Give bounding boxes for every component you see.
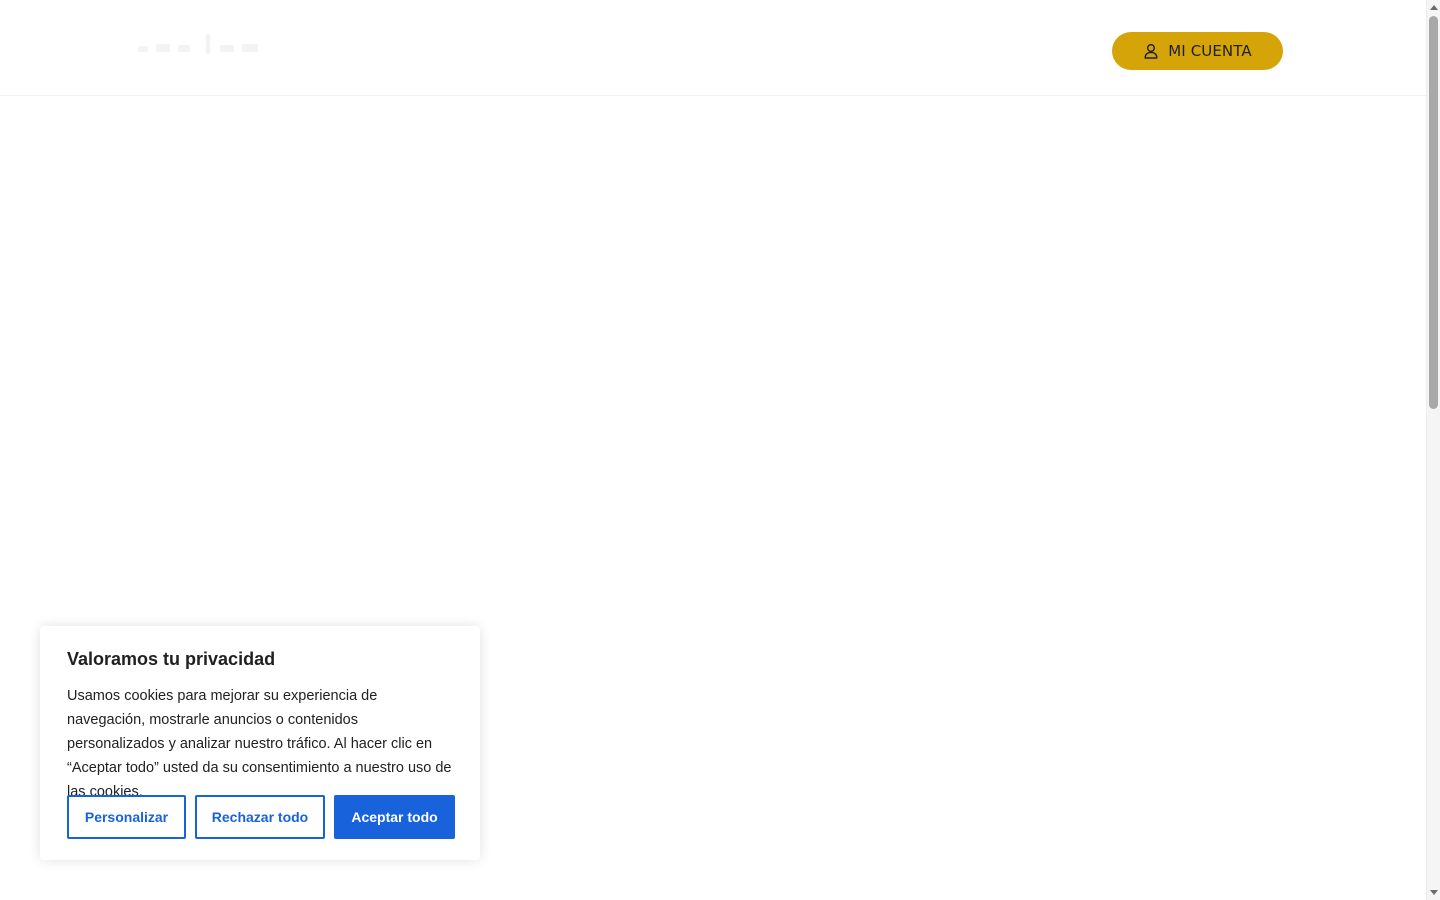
scroll-up-arrow-icon[interactable] (1430, 5, 1438, 10)
scroll-down-arrow-icon[interactable] (1430, 890, 1438, 895)
scrollbar-thumb[interactable] (1429, 16, 1438, 409)
page: MI CUENTA Valoramos tu privacidad Usamos… (0, 0, 1440, 900)
customize-cookies-button[interactable]: Personalizar (67, 795, 186, 839)
my-account-label: MI CUENTA (1168, 42, 1252, 60)
my-account-button[interactable]: MI CUENTA (1112, 32, 1283, 70)
cookie-banner-title: Valoramos tu privacidad (67, 649, 276, 669)
vertical-scrollbar[interactable] (1426, 0, 1440, 900)
site-header: MI CUENTA (0, 0, 1426, 96)
cookie-consent-banner: Valoramos tu privacidad Usamos cookies p… (40, 626, 480, 860)
site-logo[interactable] (130, 28, 300, 68)
logo-mark-icon (138, 34, 258, 54)
accept-all-cookies-button[interactable]: Aceptar todo (334, 795, 455, 839)
user-icon (1143, 43, 1159, 59)
reject-all-cookies-button[interactable]: Rechazar todo (195, 795, 325, 839)
cookie-banner-description: Usamos cookies para mejorar su experienc… (67, 688, 452, 800)
cookie-banner-actions: Personalizar Rechazar todo Aceptar todo (67, 795, 455, 839)
